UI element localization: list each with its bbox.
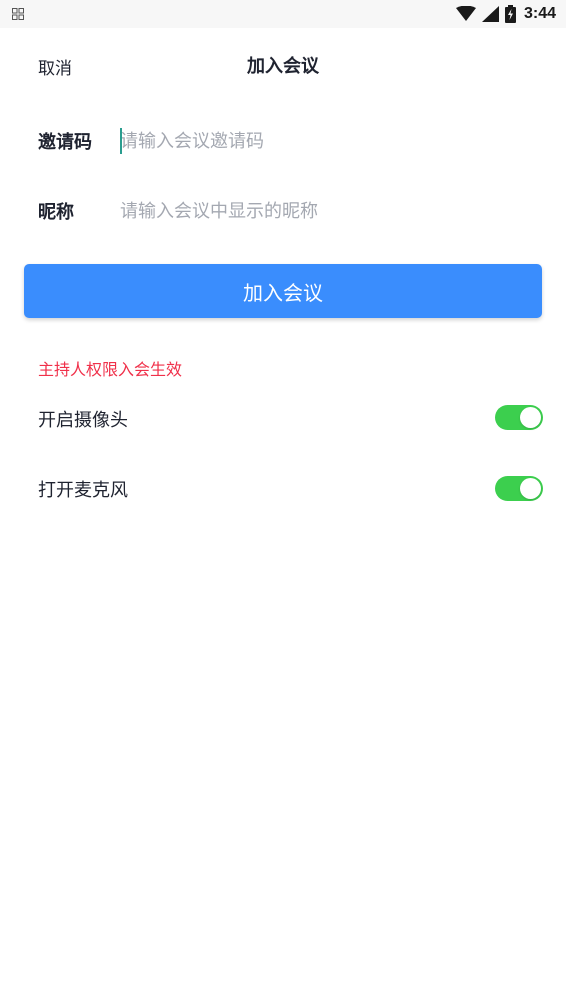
join-meeting-screen: 3:44 取消 加入会议 邀请码 昵称 加入会议 主持人权限入会生效 开启摄像头…	[0, 0, 566, 1006]
grid-icon	[12, 8, 24, 20]
invite-code-row: 邀请码	[0, 116, 566, 166]
status-time: 3:44	[523, 5, 556, 22]
page-title: 加入会议	[247, 56, 319, 77]
signal-icon	[481, 6, 499, 22]
camera-toggle-row: 开启摄像头	[0, 396, 566, 440]
join-meeting-button[interactable]: 加入会议	[24, 264, 542, 318]
nickname-row: 昵称	[0, 186, 566, 236]
nickname-input[interactable]	[120, 194, 540, 228]
status-icons: 3:44	[455, 4, 556, 24]
status-bar: 3:44	[0, 0, 566, 28]
microphone-toggle-label: 打开麦克风	[38, 480, 128, 501]
header: 取消 加入会议	[0, 28, 566, 104]
invite-code-label: 邀请码	[38, 132, 92, 153]
battery-icon	[504, 5, 516, 23]
camera-toggle-label: 开启摄像头	[38, 410, 128, 431]
microphone-toggle-row: 打开麦克风	[0, 466, 566, 510]
nickname-label: 昵称	[38, 202, 74, 223]
invite-code-input[interactable]	[120, 124, 540, 158]
host-permission-notice: 主持人权限入会生效	[38, 360, 183, 379]
toggle-knob	[520, 478, 541, 499]
text-caret	[120, 128, 122, 154]
microphone-toggle[interactable]	[495, 476, 543, 501]
camera-toggle[interactable]	[495, 405, 543, 430]
wifi-icon	[455, 6, 476, 21]
toggle-knob	[520, 407, 541, 428]
